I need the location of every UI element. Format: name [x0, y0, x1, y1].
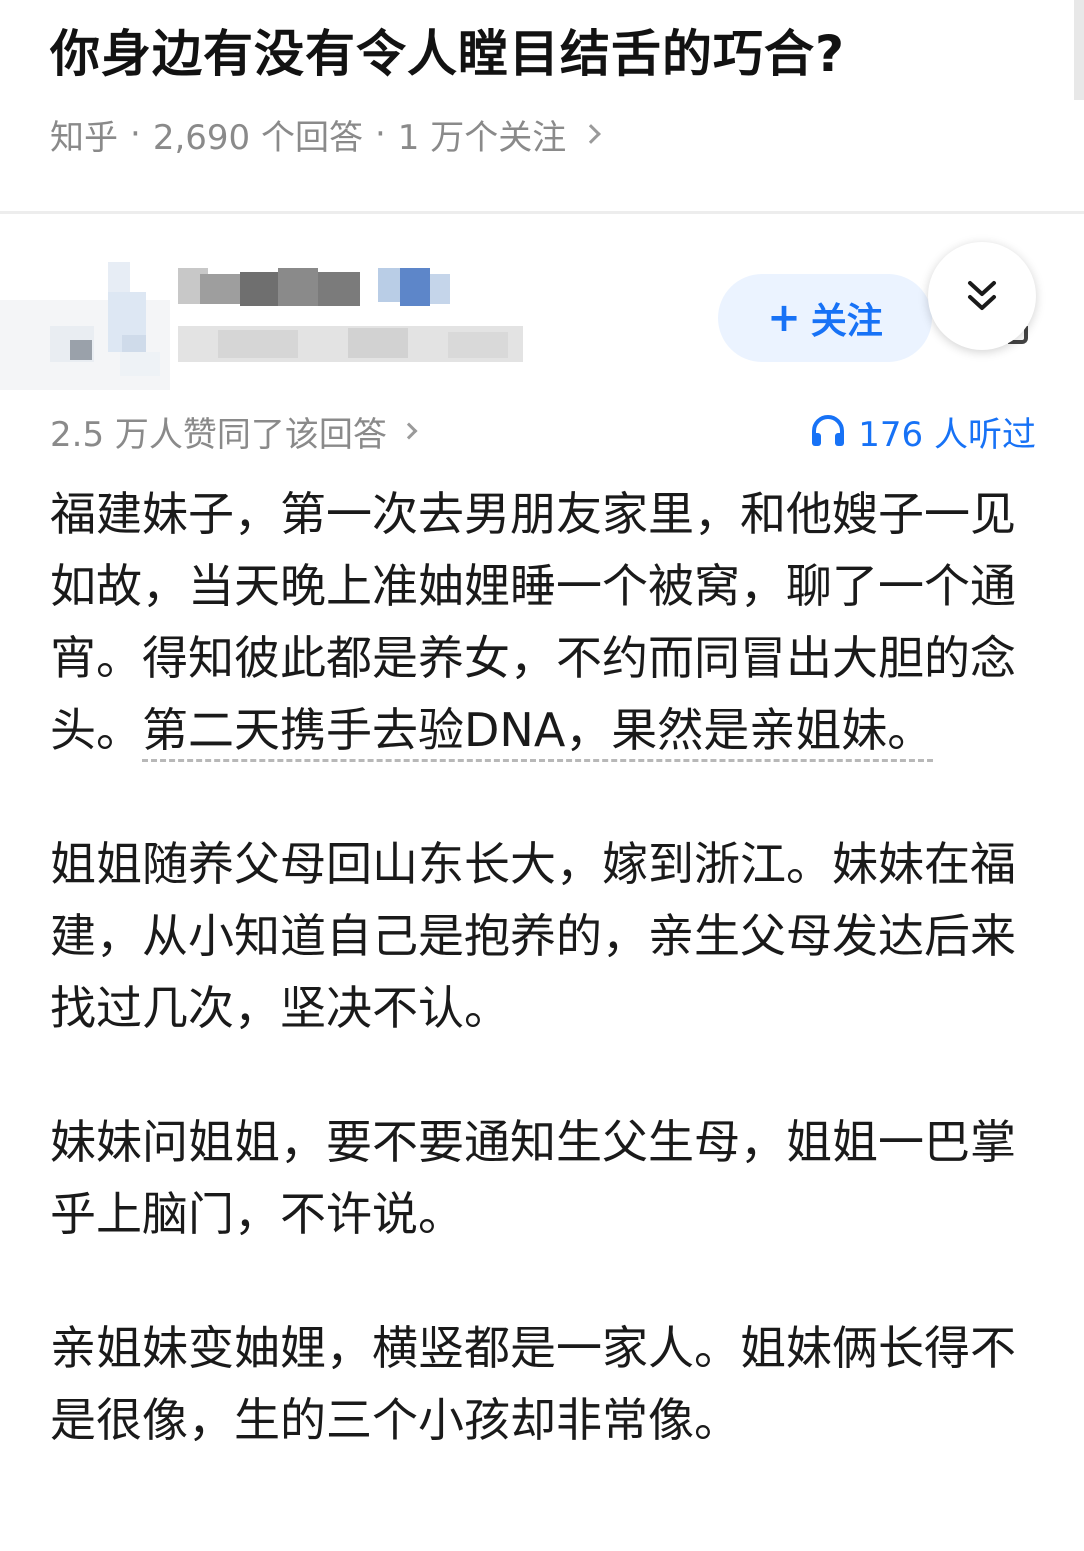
- answer-count: 2,690 个回答: [152, 117, 363, 158]
- question-meta[interactable]: 知乎 · 2,690 个回答 · 1 万个关注: [50, 108, 602, 160]
- paragraph-4: 亲姐妹变妯娌，横竖都是一家人。姐妹俩长得不是很像，生的三个小孩却非常像。: [50, 1321, 1016, 1447]
- name-blur: [240, 272, 278, 306]
- paragraph-1: 福建妹子，第一次去男朋友家里，和他嫂子一见如故，当天晚上准妯娌睡一个被窝，聊了一…: [50, 478, 1040, 766]
- source-label: 知乎: [50, 117, 118, 158]
- follow-count: 1 万个关注: [397, 117, 567, 158]
- votes-text: 2.5 万人赞同了该回答: [50, 414, 387, 455]
- bio-blur: [218, 330, 298, 358]
- avatar-blur: [120, 352, 160, 376]
- author-name[interactable]: [178, 268, 538, 378]
- meta-separator: ·: [130, 114, 141, 154]
- votes-link[interactable]: 2.5 万人赞同了该回答: [50, 406, 418, 456]
- search-highlight-link[interactable]: 第二天携手去验DNA，果然是亲姐妹。: [142, 703, 934, 762]
- name-blur: [430, 274, 450, 304]
- divider: [0, 211, 1084, 214]
- scroll-edge: [1074, 0, 1084, 100]
- plus-icon: +: [767, 295, 801, 341]
- bio-blur: [448, 332, 508, 358]
- avatar-blur: [70, 340, 92, 360]
- name-blur: [318, 272, 360, 306]
- name-blur: [400, 268, 430, 306]
- paragraph-2: 姐姐随养父母回山东长大，嫁到浙江。妹妹在福建，从小知道自己是抱养的，亲生父母发达…: [50, 837, 1016, 1035]
- collapse-button[interactable]: [928, 242, 1036, 350]
- double-chevron-down-icon: [968, 281, 996, 310]
- meta-separator: ·: [374, 114, 386, 154]
- name-blur: [200, 274, 240, 304]
- listen-count: 176 人听过: [858, 414, 1036, 455]
- paragraph-3: 妹妹问姐姐，要不要通知生父生母，姐姐一巴掌乎上脑门，不许说。: [50, 1115, 1016, 1241]
- answer-content: 福建妹子，第一次去男朋友家里，和他嫂子一见如故，当天晚上准妯娌睡一个被窝，聊了一…: [50, 478, 1040, 1518]
- name-blur: [278, 268, 318, 306]
- headphone-icon: [812, 415, 845, 446]
- follow-button[interactable]: + 关注: [718, 274, 932, 362]
- listen-button[interactable]: 176 人听过: [810, 406, 1036, 456]
- chevron-right-icon: [400, 422, 418, 440]
- name-blur: [378, 268, 400, 302]
- follow-button-label: 关注: [810, 301, 883, 342]
- chevron-right-icon: [581, 124, 602, 144]
- bio-blur: [348, 328, 408, 358]
- avatar-blur: [108, 262, 130, 292]
- avatar[interactable]: [0, 240, 170, 390]
- question-title[interactable]: 你身边有没有令人瞠目结舌的巧合?: [50, 22, 845, 86]
